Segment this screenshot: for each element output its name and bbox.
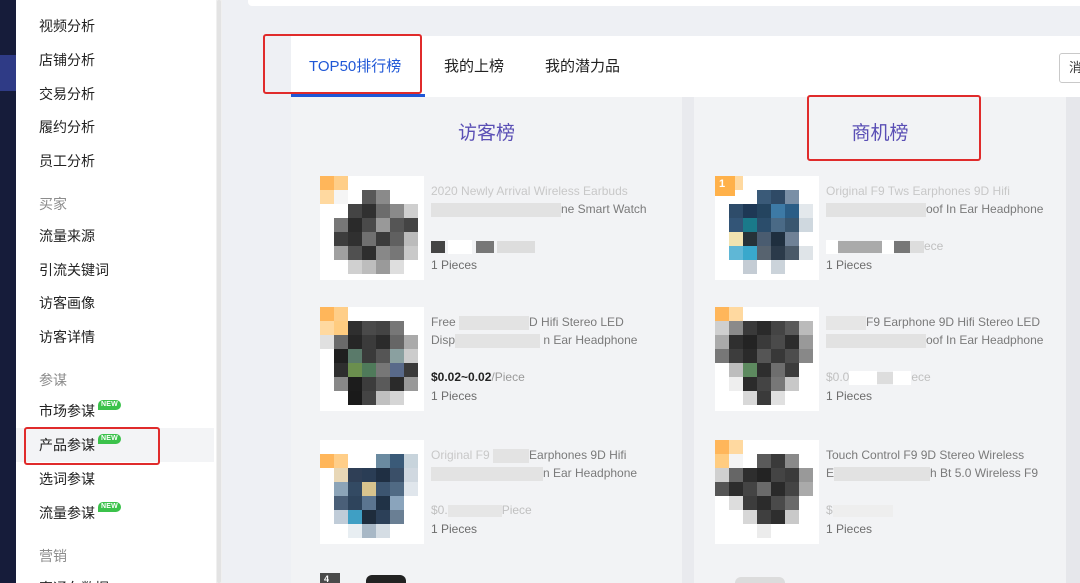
- product-thumbnail: [715, 307, 819, 411]
- product-moq: 1 Pieces: [826, 522, 873, 536]
- sidebar-item-traffic-advisor[interactable]: 流量参谋 NEW: [16, 496, 214, 530]
- product-title: Original F9 Earphones 9D Hifi n Ear Head…: [431, 446, 666, 482]
- rank-badge: 4: [320, 573, 340, 583]
- sidebar-group-buyer: 买家: [39, 196, 67, 212]
- product-price: $0.0 ece: [826, 368, 931, 386]
- product-price-value: $0.02~0.02: [431, 370, 492, 384]
- product-price-unit: /Piece: [491, 370, 525, 384]
- product-moq: 1 Pieces: [431, 389, 478, 403]
- product-moq: 1 Pieces: [826, 258, 873, 272]
- sidebar-item-label: 流量参谋: [39, 505, 95, 521]
- product-card[interactable]: [715, 573, 1075, 583]
- product-title-line1: 2020 Newly Arrival Wireless Earbuds: [431, 184, 628, 198]
- sidebar-item-video-analysis[interactable]: 视频分析: [16, 9, 214, 43]
- product-title-line2: oof In Ear Headphone: [926, 333, 1044, 347]
- product-title: Touch Control F9 9D Stereo Wireless Eh B…: [826, 446, 1061, 482]
- product-title-line2: n Ear Headphone: [543, 466, 638, 480]
- product-title-line1: F9 Earphone 9D Hifi Stereo LED: [866, 315, 1041, 329]
- tab-my-ranking[interactable]: 我的上榜: [444, 56, 504, 78]
- product-thumbnail: [320, 307, 424, 411]
- product-title-line1b: D Hifi Stereo LED: [529, 315, 624, 329]
- product-title: Original F9 Tws Earphones 9D Hifi oof In…: [826, 182, 1061, 218]
- panel-divider: [682, 97, 694, 583]
- sidebar-item-market-advisor[interactable]: 市场参谋 NEW: [16, 394, 214, 428]
- sidebar-item-traffic-keywords[interactable]: 引流关键词: [16, 253, 214, 287]
- new-badge: NEW: [98, 434, 121, 444]
- sidebar-item-label: 选词参谋: [39, 471, 95, 487]
- rank-badge: 1: [715, 176, 735, 196]
- product-title-line1: Free: [431, 315, 456, 329]
- product-price-value: $0.0: [826, 370, 850, 384]
- product-card[interactable]: 2020 Newly Arrival Wireless Earbuds ne S…: [320, 176, 680, 281]
- new-badge: NEW: [98, 502, 121, 512]
- product-thumbnail: 4: [320, 573, 424, 583]
- sidebar-item-fulfillment-analysis[interactable]: 履约分析: [16, 110, 214, 144]
- product-thumbnail: [715, 440, 819, 544]
- sidebar-group-advisor: 参谋: [39, 372, 67, 388]
- sidebar-item-label: 市场参谋: [39, 403, 95, 419]
- product-card[interactable]: 1 Original F9 Tws Earphones 9D Hifi oof …: [715, 176, 1075, 281]
- product-thumbnail: [320, 176, 424, 280]
- product-title-line1b: Earphones 9D Hifi: [529, 448, 627, 462]
- sidebar-item-visitor-profile[interactable]: 访客画像: [16, 286, 214, 320]
- product-price-value: $0.: [431, 503, 448, 517]
- product-price: ece: [826, 237, 943, 255]
- top-filter-box[interactable]: [248, 0, 1080, 6]
- sidebar-item-visitor-details[interactable]: 访客详情: [16, 320, 214, 354]
- tab-top50[interactable]: TOP50排行榜: [309, 56, 401, 78]
- product-title-line2a: Disp: [431, 333, 456, 347]
- product-thumbnail: 1: [715, 176, 819, 280]
- panel-title: 商机榜: [851, 123, 909, 144]
- sidebar-item-label: 产品参谋: [39, 437, 95, 453]
- product-price: $: [826, 501, 893, 519]
- product-title-line2a: E: [826, 466, 835, 480]
- new-badge: NEW: [98, 400, 121, 410]
- product-moq: 1 Pieces: [826, 389, 873, 403]
- product-moq: 1 Pieces: [431, 522, 478, 536]
- sidebar-scrollbar[interactable]: [216, 0, 222, 583]
- metric-select[interactable]: 消: [1059, 53, 1080, 83]
- product-title: 2020 Newly Arrival Wireless Earbuds ne S…: [431, 182, 666, 218]
- product-thumbnail: [715, 573, 819, 583]
- product-price: $0. Piece: [431, 501, 532, 519]
- product-title-line2: n Ear Headphone: [543, 333, 638, 347]
- product-card[interactable]: Touch Control F9 9D Stereo Wireless Eh B…: [715, 440, 1075, 545]
- product-price-value: $: [826, 503, 833, 517]
- product-title: Free D Hifi Stereo LED Disp n Ear Headph…: [431, 313, 666, 349]
- sidebar-item-marketing-data[interactable]: 直通车数据: [16, 571, 214, 583]
- product-price-unit: Piece: [501, 503, 532, 517]
- product-title-line1: Original F9 Tws Earphones 9D Hifi: [826, 184, 1010, 198]
- tab-my-potential[interactable]: 我的潜力品: [545, 56, 620, 78]
- product-title-line2: oof In Ear Headphone: [926, 202, 1044, 216]
- product-title-line2: h Bt 5.0 Wireless F9: [930, 466, 1039, 480]
- product-price: [431, 237, 536, 255]
- nav-rail: [0, 0, 16, 583]
- sidebar: 视频分析 店铺分析 交易分析 履约分析 员工分析 买家 流量来源 引流关键词 访…: [16, 0, 216, 583]
- sidebar-item-keyword-advisor[interactable]: 选词参谋: [16, 462, 214, 496]
- product-title-line1: Original F9: [431, 448, 490, 462]
- scrollbar-thumb[interactable]: [217, 0, 221, 583]
- product-card[interactable]: F9 Earphone 9D Hifi Stereo LED oof In Ea…: [715, 307, 1075, 412]
- sidebar-item-transaction-analysis[interactable]: 交易分析: [16, 77, 214, 111]
- tab-bar: TOP50排行榜 我的上榜 我的潜力品 消: [291, 36, 1080, 97]
- sidebar-item-traffic-source[interactable]: 流量来源: [16, 219, 214, 253]
- sidebar-item-staff-analysis[interactable]: 员工分析: [16, 144, 214, 178]
- product-card[interactable]: 4: [320, 573, 680, 583]
- product-title-line1: Touch Control F9 9D Stereo Wireless: [826, 448, 1025, 462]
- nav-rail-active-marker: [0, 55, 16, 91]
- product-title-line2: ne Smart Watch: [561, 202, 647, 216]
- product-price-unit: ece: [924, 239, 944, 253]
- product-card[interactable]: Free D Hifi Stereo LED Disp n Ear Headph…: [320, 307, 680, 412]
- product-price: $0.02~0.02/Piece: [431, 368, 525, 386]
- product-thumbnail: [320, 440, 424, 544]
- panel-title: 访客榜: [457, 123, 515, 144]
- product-title: F9 Earphone 9D Hifi Stereo LED oof In Ea…: [826, 313, 1061, 349]
- sidebar-item-product-advisor[interactable]: 产品参谋 NEW: [16, 428, 214, 462]
- product-price-unit: ece: [911, 370, 931, 384]
- product-moq: 1 Pieces: [431, 258, 478, 272]
- app-root: 视频分析 店铺分析 交易分析 履约分析 员工分析 买家 流量来源 引流关键词 访…: [0, 0, 1080, 583]
- sidebar-group-marketing: 营销: [39, 548, 67, 564]
- sidebar-item-store-analysis[interactable]: 店铺分析: [16, 43, 214, 77]
- product-card[interactable]: Original F9 Earphones 9D Hifi n Ear Head…: [320, 440, 680, 545]
